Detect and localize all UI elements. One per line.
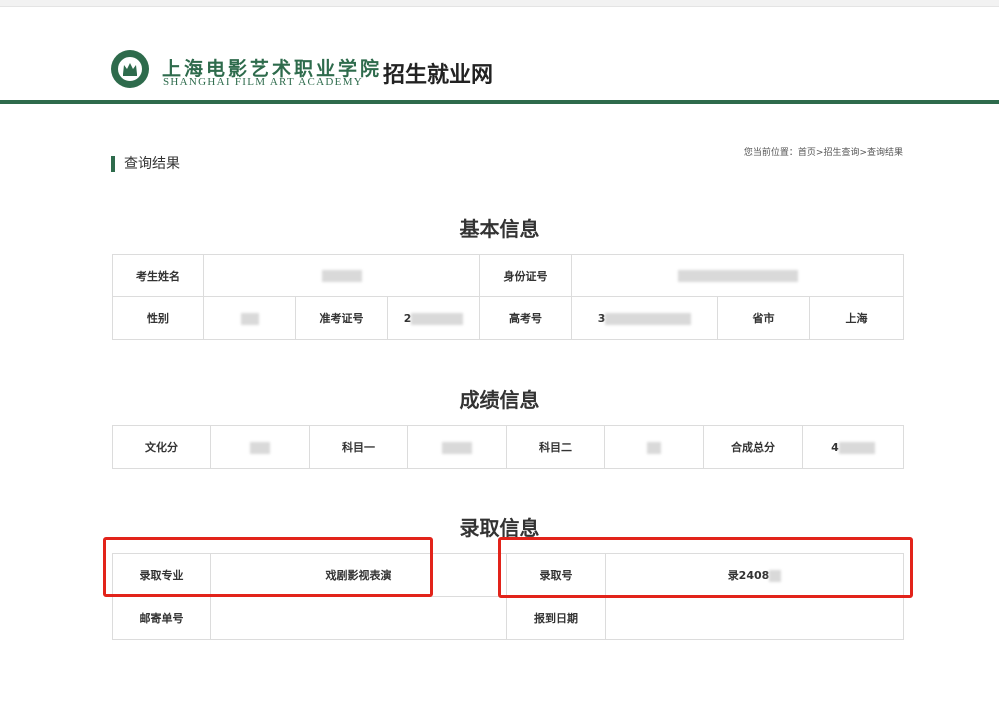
culture-score-value <box>210 425 310 469</box>
subject1-value <box>407 425 507 469</box>
redacted-gender <box>240 312 259 325</box>
ticket-value: 2 <box>386 296 481 340</box>
school-logo-icon[interactable] <box>111 50 149 88</box>
major-highlight-box <box>103 537 433 597</box>
province-value: 上海 <box>809 296 905 340</box>
total-score-label: 合成总分 <box>703 425 803 469</box>
redacted-gaokao <box>605 312 692 325</box>
subject2-label: 科目二 <box>506 425 605 469</box>
admission-number-highlight-box <box>498 537 913 598</box>
report-date-value <box>605 596 904 640</box>
culture-score-label: 文化分 <box>112 425 211 469</box>
crown-icon <box>123 63 137 76</box>
redacted-id <box>677 270 798 282</box>
redacted-total <box>838 441 875 454</box>
gender-label: 性别 <box>112 296 204 340</box>
gaokao-label: 高考号 <box>479 296 573 340</box>
basic-info-table: 考生姓名 身份证号 性别 准考证号 2 高考号 3 省市 上海 <box>112 254 905 340</box>
report-date-label: 报到日期 <box>506 596 606 640</box>
redacted-subject2 <box>647 441 661 454</box>
redacted-name <box>321 270 362 282</box>
table-row: 邮寄单号 报到日期 <box>112 596 904 640</box>
gender-value <box>203 296 296 340</box>
subject2-value <box>604 425 704 469</box>
table-row: 性别 准考证号 2 高考号 3 省市 上海 <box>112 296 905 340</box>
site-name[interactable]: 招生就业网 <box>383 57 493 89</box>
table-row: 文化分 科目一 科目二 合成总分 4 <box>112 425 904 469</box>
ticket-label: 准考证号 <box>295 296 388 340</box>
name-label: 考生姓名 <box>112 254 204 297</box>
top-strip <box>0 0 999 7</box>
score-info-title: 成绩信息 <box>459 388 540 412</box>
mail-tracking-value <box>210 596 507 640</box>
redacted-subject1 <box>442 441 472 454</box>
breadcrumb: 您当前位置：首页>招生查询>查询结果 <box>743 148 903 158</box>
crown-emblem-icon <box>116 55 144 83</box>
ticket-value-prefix: 2 <box>403 311 412 325</box>
province-label: 省市 <box>717 296 811 340</box>
table-row: 考生姓名 身份证号 <box>112 254 905 297</box>
section-title: 查询结果 <box>111 156 180 172</box>
id-label: 身份证号 <box>479 254 573 297</box>
basic-info-title: 基本信息 <box>459 217 540 241</box>
id-value <box>571 254 905 297</box>
gaokao-value: 3 <box>571 296 719 340</box>
score-info-table: 文化分 科目一 科目二 合成总分 4 <box>112 425 904 469</box>
total-value-prefix: 4 <box>831 440 839 454</box>
school-name-en[interactable]: SHANGHAI FILM ART ACADEMY <box>163 76 363 88</box>
gaokao-value-prefix: 3 <box>597 311 606 325</box>
mail-tracking-label: 邮寄单号 <box>112 596 211 640</box>
total-score-value: 4 <box>802 425 904 469</box>
subject1-label: 科目一 <box>309 425 408 469</box>
name-value <box>202 254 481 297</box>
site-header <box>0 7 999 101</box>
header-divider <box>0 100 999 104</box>
redacted-ticket <box>411 312 464 325</box>
redacted-culture-score <box>250 441 270 454</box>
